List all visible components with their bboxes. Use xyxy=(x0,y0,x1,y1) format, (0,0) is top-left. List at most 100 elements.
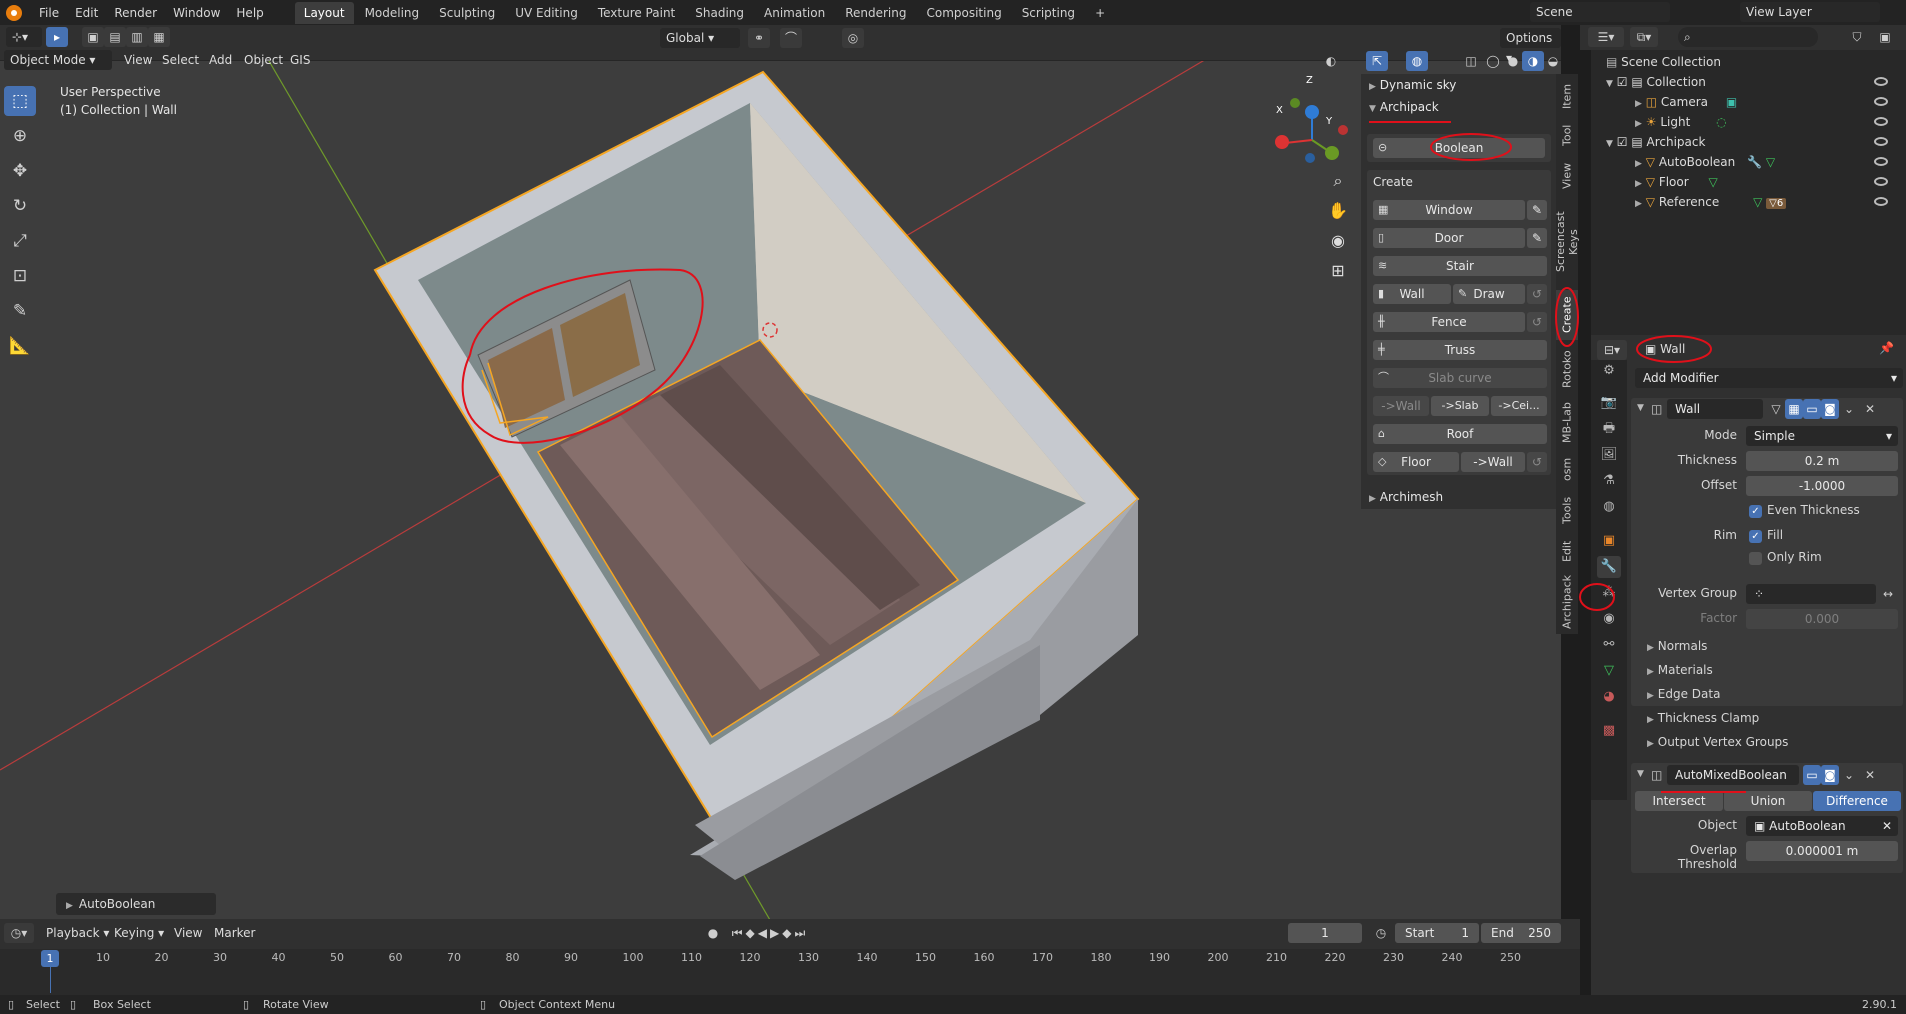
annotate-tool-icon[interactable]: ✎ xyxy=(4,296,36,326)
overlay-toggle-icon[interactable]: ◍ xyxy=(1406,51,1428,71)
archimesh-panel-header[interactable]: ▶ Archimesh xyxy=(1361,486,1556,508)
camera-data-icon[interactable]: ▣ xyxy=(1726,95,1737,109)
outliner-row-autoboolean[interactable]: ▶ ▽ AutoBoolean 🔧 ▽ xyxy=(1635,152,1896,172)
menu-window[interactable]: Window xyxy=(166,2,227,24)
menu-render[interactable]: Render xyxy=(107,2,164,24)
gizmo-toggle-icon[interactable]: ⇱ xyxy=(1366,51,1388,71)
sidebar-tab-tool[interactable]: Tool xyxy=(1556,118,1578,152)
select-new-icon[interactable]: ▣ xyxy=(82,27,104,47)
transform-tool-icon[interactable]: ⊡ xyxy=(4,261,36,291)
workspace-tab-uv-editing[interactable]: UV Editing xyxy=(506,2,587,24)
floor-button[interactable]: ◇ Floor xyxy=(1373,452,1459,472)
keying-menu[interactable]: Keying ▾ xyxy=(108,923,170,943)
workspace-tab-rendering[interactable]: Rendering xyxy=(836,2,915,24)
new-collection-icon[interactable]: ▣ xyxy=(1874,27,1896,47)
outliner-row-scene-collection[interactable]: ▤ Scene Collection xyxy=(1606,52,1896,72)
cursor-tool-icon[interactable]: ⊕ xyxy=(4,121,36,151)
eye-icon[interactable] xyxy=(1874,137,1888,146)
view-layer-selector[interactable]: View Layer xyxy=(1740,2,1880,22)
to-slab-button[interactable]: ->Slab xyxy=(1431,396,1489,416)
mode-dropdown[interactable]: Object Mode ▾ xyxy=(4,50,112,70)
checkbox-icon[interactable]: ☑ xyxy=(1617,135,1628,149)
eye-icon[interactable] xyxy=(1874,77,1888,86)
workspace-tab-texture-paint[interactable]: Texture Paint xyxy=(589,2,684,24)
eye-icon[interactable] xyxy=(1874,157,1888,166)
to-ceiling-button[interactable]: ->Cei... xyxy=(1491,396,1547,416)
record-icon[interactable]: ● xyxy=(702,923,724,943)
mesh-data-icon[interactable]: ▽ xyxy=(1709,175,1718,189)
outliner-search-input[interactable]: ⌕ xyxy=(1678,27,1818,47)
reference-children-badge[interactable]: ▽6 xyxy=(1766,198,1787,209)
eye-icon[interactable] xyxy=(1874,97,1888,106)
door-draw-icon[interactable]: ✎ xyxy=(1527,228,1547,248)
grid-ortho-icon[interactable]: ⊞ xyxy=(1326,261,1350,291)
eye-icon[interactable] xyxy=(1874,177,1888,186)
last-operator-panel[interactable]: ▶ AutoBoolean xyxy=(56,893,216,915)
pivot-icon[interactable]: ⚭ xyxy=(748,28,770,48)
outliner-row-collection[interactable]: ▼ ☑ ▤ Collection xyxy=(1606,72,1896,92)
outliner-row-archipack[interactable]: ▼ ☑ ▤ Archipack xyxy=(1606,132,1896,152)
options-dropdown[interactable]: Options ▾ xyxy=(1500,28,1561,65)
roof-button[interactable]: ⌂ Roof xyxy=(1373,424,1547,444)
visibility-icon[interactable]: ◐ xyxy=(1320,51,1342,71)
current-frame-field[interactable]: 1 xyxy=(1288,923,1362,943)
sidebar-tab-osm[interactable]: osm xyxy=(1556,452,1578,486)
floor-to-wall-button[interactable]: ->Wall xyxy=(1461,452,1525,472)
vp-menu-add[interactable]: Add xyxy=(203,50,238,70)
vp-menu-gis[interactable]: GIS xyxy=(284,50,316,70)
slab-curve-button[interactable]: ⌒ Slab curve xyxy=(1373,368,1547,388)
xray-icon[interactable]: ◫ xyxy=(1460,51,1482,71)
menu-help[interactable]: Help xyxy=(229,2,270,24)
shading-wireframe-icon[interactable]: ◯ xyxy=(1482,51,1504,71)
sidebar-tab-screencast-keys[interactable]: Screencast Keys xyxy=(1554,198,1580,286)
mesh-data-icon[interactable]: ▽ xyxy=(1753,195,1762,209)
workspace-tab-animation[interactable]: Animation xyxy=(755,2,834,24)
checkbox-icon[interactable]: ☑ xyxy=(1617,75,1628,89)
marker-menu[interactable]: Marker xyxy=(208,923,261,943)
fence-button[interactable]: ╫ Fence xyxy=(1373,312,1525,332)
hand-pan-icon[interactable]: ✋ xyxy=(1326,201,1350,231)
vp-menu-select[interactable]: Select xyxy=(156,50,205,70)
end-frame-field[interactable]: End 250 xyxy=(1481,923,1561,943)
select-extend-icon[interactable]: ▤ xyxy=(104,27,126,47)
overlap-threshold-field[interactable]: 0.000001 m xyxy=(1746,841,1898,861)
add-workspace-button[interactable]: + xyxy=(1086,2,1114,24)
vp-menu-object[interactable]: Object xyxy=(238,50,289,70)
zoom-icon[interactable]: ⌕ xyxy=(1326,171,1350,201)
outliner-row-camera[interactable]: ▶ ◫ Camera ▣ xyxy=(1635,92,1896,112)
move-tool-icon[interactable]: ✥ xyxy=(4,156,36,186)
light-data-icon[interactable]: ◌ xyxy=(1716,115,1726,129)
outliner-row-light[interactable]: ▶ ☀ Light ◌ xyxy=(1635,112,1896,132)
select-tool-icon[interactable]: ▸ xyxy=(46,27,68,47)
wall-reset-icon[interactable]: ↺ xyxy=(1527,284,1547,304)
workspace-tab-layout[interactable]: Layout xyxy=(294,1,354,24)
menu-edit[interactable]: Edit xyxy=(68,2,105,24)
sidebar-tab-view[interactable]: View xyxy=(1556,156,1578,196)
mesh-data-icon[interactable]: ▽ xyxy=(1766,155,1775,169)
window-button[interactable]: ▦ Window xyxy=(1373,200,1525,220)
sidebar-tab-mb-lab[interactable]: MB-Lab xyxy=(1556,398,1578,448)
vp-menu-view[interactable]: View xyxy=(118,50,158,70)
timeline-editor-type-icon[interactable]: ◷▾ xyxy=(4,923,34,943)
playback-menu[interactable]: Playback ▾ xyxy=(40,923,115,943)
timeline-view-menu[interactable]: View xyxy=(168,923,208,943)
sidebar-tab-archipack[interactable]: Archipack xyxy=(1556,572,1578,632)
sidebar-tab-rotoko[interactable]: Rotoko xyxy=(1556,344,1578,394)
outliner-row-floor[interactable]: ▶ ▽ Floor ▽ xyxy=(1635,172,1896,192)
truss-button[interactable]: ╪ Truss xyxy=(1373,340,1547,360)
workspace-tab-sculpting[interactable]: Sculpting xyxy=(430,2,504,24)
fence-reset-icon[interactable]: ↺ xyxy=(1527,312,1547,332)
sidebar-tab-tools[interactable]: Tools xyxy=(1556,490,1578,530)
to-wall-button[interactable]: ->Wall xyxy=(1373,396,1429,416)
shading-solid-icon[interactable]: ● xyxy=(1502,51,1524,71)
draw-wall-button[interactable]: ✎ Draw xyxy=(1453,284,1525,304)
playback-controls[interactable]: ⏮◆◀▶◆⏭ xyxy=(730,923,810,943)
select-intersect-icon[interactable]: ▦ xyxy=(148,27,170,47)
proportional-edit-icon[interactable]: ◎ xyxy=(842,28,864,48)
3d-viewport[interactable]: X Z Y User Perspective (1) Collection | … xyxy=(0,25,1561,919)
workspace-tab-compositing[interactable]: Compositing xyxy=(917,2,1010,24)
playhead[interactable]: 1 xyxy=(41,950,59,967)
measure-tool-icon[interactable]: 📐 xyxy=(4,331,36,361)
eye-icon[interactable] xyxy=(1874,197,1888,206)
sidebar-tab-edit[interactable]: Edit xyxy=(1556,534,1578,568)
